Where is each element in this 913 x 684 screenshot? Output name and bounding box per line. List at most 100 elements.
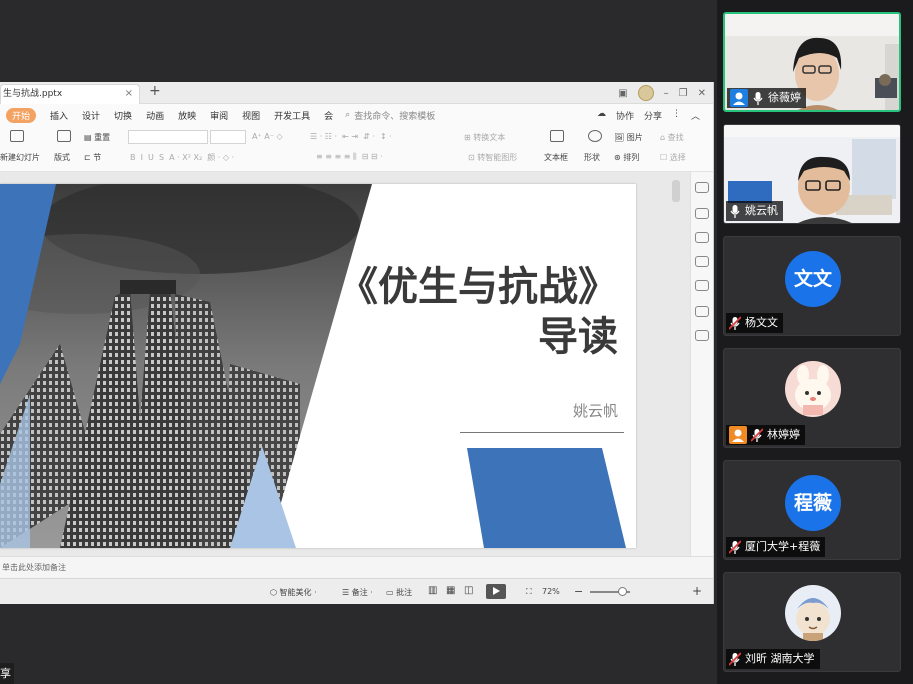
timer-icon[interactable] xyxy=(695,280,709,291)
settings-icon[interactable] xyxy=(695,330,709,341)
find-button[interactable]: ⌂ 查找 xyxy=(660,132,684,143)
menu-developer[interactable]: 开发工具 xyxy=(274,109,310,122)
zoom-out-button[interactable]: − xyxy=(574,585,583,598)
menu-transition[interactable]: 切换 xyxy=(114,109,132,122)
participant-name: 姚云帆 xyxy=(745,204,778,217)
font-grow-icon[interactable]: A⁺ A⁻ ◇ xyxy=(252,132,283,141)
document-tab[interactable]: 生与抗战.pptx × xyxy=(0,84,140,104)
play-slideshow-button[interactable] xyxy=(486,584,506,599)
menu-insert[interactable]: 插入 xyxy=(50,109,68,122)
select-label: 选择 xyxy=(669,153,686,162)
participant-name: 杨文文 xyxy=(745,316,778,329)
smart-graphic-button[interactable]: ⊡ 转智能图形 xyxy=(468,152,517,163)
building-photo xyxy=(0,184,372,548)
normal-view-icon[interactable]: ▥ xyxy=(428,585,437,596)
font-size-select[interactable] xyxy=(210,130,246,144)
slide-title-line1: 《优生与抗战》 xyxy=(338,263,618,310)
person-icon xyxy=(729,426,747,444)
find-label: 查找 xyxy=(667,133,684,142)
style-icon[interactable] xyxy=(695,182,709,193)
notes-placeholder: 单击此处添加备注 xyxy=(2,563,66,572)
adjust-icon[interactable] xyxy=(695,208,709,219)
user-avatar[interactable] xyxy=(637,85,654,101)
layout-icon[interactable]: ▣ xyxy=(618,88,627,99)
new-tab-button[interactable]: + xyxy=(149,83,161,99)
list-icons[interactable]: ☰ · ☷ · ⇤ ⇥ ⇵ · ↕ · xyxy=(310,132,392,141)
more-icon[interactable]: ⋮ xyxy=(672,109,681,122)
layout-icon-btn[interactable] xyxy=(57,130,71,142)
collaborate-button[interactable]: 协作 xyxy=(616,109,634,122)
select-button[interactable]: ☐ 选择 xyxy=(660,152,686,163)
menu-view[interactable]: 视图 xyxy=(242,109,260,122)
share-button[interactable]: 分享 xyxy=(644,109,662,122)
reset-icon: ▤ xyxy=(84,133,95,142)
section-label: 节 xyxy=(93,153,102,162)
edit-icon[interactable] xyxy=(695,306,709,317)
participant-tile[interactable]: 程薇 厦门大学+程薇 xyxy=(723,460,901,560)
slide-canvas[interactable]: 《优生与抗战》 导读 姚云帆 xyxy=(0,172,690,556)
participant-tile[interactable]: 徐薇婷 xyxy=(723,12,901,112)
comments-label: 批注 xyxy=(396,588,413,597)
text-format-icons[interactable]: B I U S A · X² X₂ 颜 · ◇ · xyxy=(130,152,234,163)
menu-review[interactable]: 审阅 xyxy=(210,109,228,122)
participant-name: 林婷婷 xyxy=(767,428,800,441)
menu-slideshow[interactable]: 放映 xyxy=(178,109,196,122)
notes-toggle[interactable]: ☰ 备注 · xyxy=(342,587,373,598)
zoom-level[interactable]: 72% xyxy=(542,587,560,596)
beautify-button[interactable]: ⬡ 智能美化 · xyxy=(270,587,317,598)
menu-design[interactable]: 设计 xyxy=(82,109,100,122)
convert-text-button[interactable]: ⊞ 转换文本 xyxy=(464,132,505,143)
animation-icon[interactable] xyxy=(695,256,709,267)
textbox-icon[interactable] xyxy=(550,130,564,142)
slide-title-line2: 导读 xyxy=(538,313,618,360)
font-family-select[interactable] xyxy=(128,130,208,144)
notes-pane[interactable]: 单击此处添加备注 xyxy=(0,556,713,578)
picture-label: 图片 xyxy=(626,133,643,142)
new-slide-button[interactable]: 新建幻灯片 xyxy=(0,152,40,163)
vertical-scrollbar[interactable] xyxy=(672,180,680,202)
arrange-button[interactable]: ⊛ 排列 xyxy=(614,152,639,163)
comments-toggle[interactable]: ▭ 批注 xyxy=(386,587,412,598)
slide-title[interactable]: 《优生与抗战》 导读 xyxy=(338,262,618,362)
textbox-button[interactable]: 文本框 xyxy=(544,152,568,163)
zoom-slider-handle[interactable] xyxy=(618,587,627,596)
participant-tile[interactable]: 文文 杨文文 xyxy=(723,236,901,336)
menu-right: ☁ 协作 分享 ⋮ ︿ xyxy=(597,109,700,122)
shape-button[interactable]: 形状 xyxy=(584,152,600,163)
collapse-icon[interactable]: ︿ xyxy=(691,109,700,122)
shape-icon[interactable] xyxy=(588,130,602,142)
zoom-in-button[interactable]: + xyxy=(692,584,702,598)
reset-button[interactable]: ▤ 重置 xyxy=(84,132,110,143)
avatar xyxy=(785,585,841,641)
section-button[interactable]: ⊏ 节 xyxy=(84,152,101,163)
convert-text-icon: ⊞ xyxy=(464,133,474,142)
person-icon xyxy=(730,89,748,107)
restore-icon[interactable]: ❐ xyxy=(679,88,688,99)
participant-tile[interactable]: 刘昕 湖南大学 xyxy=(723,572,901,672)
reading-view-icon[interactable]: ◫ xyxy=(464,585,473,596)
minimize-icon[interactable]: – xyxy=(664,88,669,99)
menu-home[interactable]: 开始 xyxy=(6,107,37,123)
close-tab-icon[interactable]: × xyxy=(125,85,133,103)
arrange-icon: ⊛ xyxy=(614,153,624,162)
participant-tile[interactable]: 姚云帆 xyxy=(723,124,901,224)
slide[interactable]: 《优生与抗战》 导读 姚云帆 xyxy=(0,184,636,548)
command-search[interactable]: ⌕ 查找命令、搜索模板 xyxy=(345,109,435,122)
convert-text-label: 转换文本 xyxy=(473,133,506,142)
layout-button[interactable]: 版式 xyxy=(54,152,70,163)
align-icons[interactable]: ≡ ≡ ≡ ≡ ⫼ ⊟ ⊟ · xyxy=(316,152,383,162)
search-icon: ⌕ xyxy=(345,110,351,120)
participant-tile[interactable]: 林婷婷 xyxy=(723,348,901,448)
new-slide-icon[interactable] xyxy=(10,130,24,142)
avatar: 程薇 xyxy=(785,475,841,531)
arrange-label: 排列 xyxy=(623,153,640,162)
menu-member[interactable]: 会 xyxy=(324,109,333,122)
fit-icon[interactable]: ⛶ xyxy=(526,587,532,597)
cloud-icon[interactable]: ☁ xyxy=(597,109,606,122)
picture-button[interactable]: 🖼 图片 xyxy=(614,132,643,143)
location-icon[interactable] xyxy=(695,232,709,243)
grid-view-icon[interactable]: ▦ xyxy=(446,585,455,596)
close-window-icon[interactable]: ✕ xyxy=(698,88,706,99)
slide-author[interactable]: 姚云帆 xyxy=(573,400,618,421)
menu-animation[interactable]: 动画 xyxy=(146,109,164,122)
